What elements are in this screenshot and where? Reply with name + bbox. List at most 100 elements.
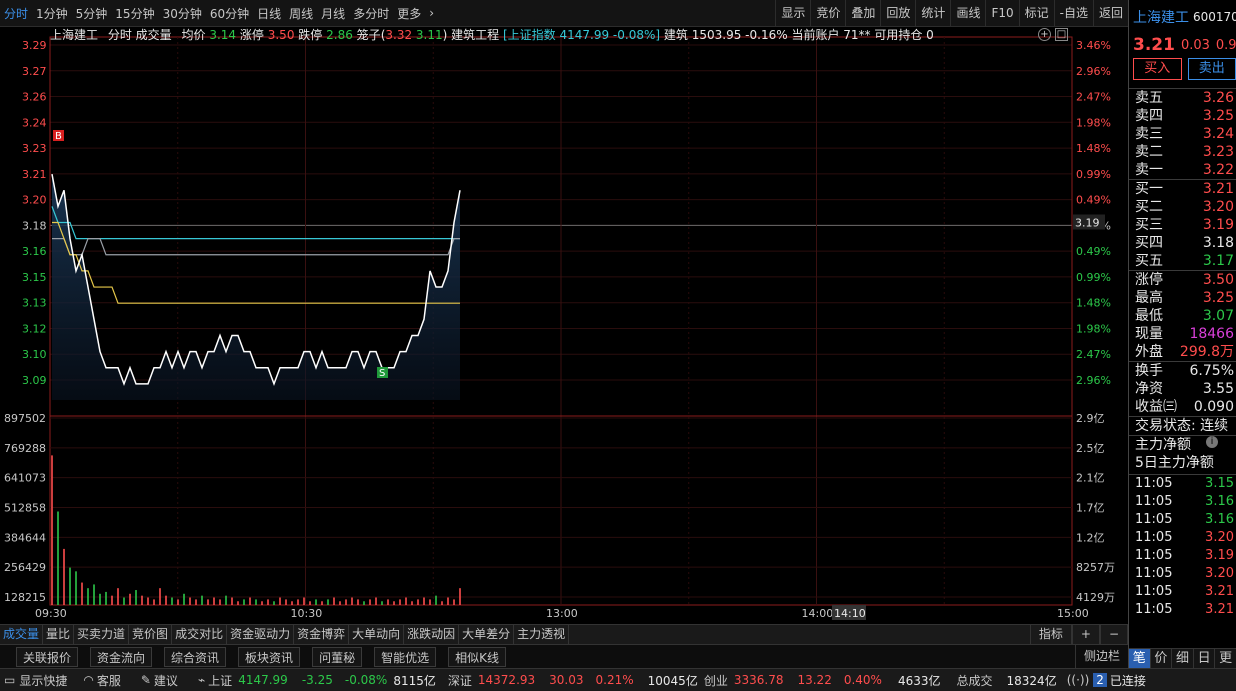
- toolbar-button-7[interactable]: 标记: [1018, 0, 1054, 26]
- indicator-control-2[interactable]: −: [1099, 625, 1128, 644]
- indicator-tab-0[interactable]: 成交量: [0, 625, 44, 644]
- period-tab-6[interactable]: 日线: [253, 5, 285, 22]
- sz-pct: 0.21%: [595, 673, 634, 687]
- indicator-tab-3[interactable]: 竞价图: [129, 625, 173, 644]
- index-series-line: [52, 238, 460, 256]
- price-tick-label: 3.13: [22, 297, 47, 310]
- period-tab-1[interactable]: 1分钟: [32, 5, 72, 22]
- indicator-tab-10[interactable]: 主力透视: [514, 625, 570, 644]
- info-tab-6[interactable]: 相似K线: [448, 646, 506, 667]
- info-tab-0[interactable]: 关联报价: [16, 646, 79, 667]
- detail-tab-2[interactable]: 细: [1172, 649, 1194, 668]
- pct-tick-label: 2.96%: [1076, 374, 1111, 387]
- trade-status: 交易状态: 连续: [1135, 418, 1229, 434]
- tick-price: 3.21: [1205, 602, 1234, 617]
- toolbar-button-4[interactable]: 统计: [915, 0, 950, 26]
- chart-svg[interactable]: 3.29 3.46% 3.27 2.96% 3.26 2.47% 3.24 1.98% 3.23…: [0, 27, 1128, 624]
- indicator-tabs: 成交量 量比 买卖力道 竞价图 成交对比 资金驱动力 资金博弈 大单动向 涨跌动因 大单差分 主力透…: [0, 625, 570, 644]
- indicator-tab-8[interactable]: 涨跌动因: [404, 625, 460, 644]
- period-tab-2[interactable]: 5分钟: [72, 5, 112, 22]
- tick-price: 3.16: [1205, 512, 1234, 527]
- indicator-tab-2[interactable]: 买卖力道: [74, 625, 130, 644]
- add-circle-icon[interactable]: +: [1038, 28, 1051, 41]
- pct-tick-label: 0.49%: [1076, 194, 1111, 207]
- price-line: [51, 173, 461, 387]
- index-overlay[interactable]: [上证指数 4147.99 -0.08%]: [503, 28, 660, 42]
- indicator-tab-6[interactable]: 资金博弈: [294, 625, 350, 644]
- toolbar-button-2[interactable]: 叠加: [845, 0, 880, 26]
- indicator-tab-9[interactable]: 大单差分: [459, 625, 515, 644]
- suggest-button[interactable]: 建议: [154, 672, 178, 689]
- pct-tick-label: 0.49%: [1076, 245, 1111, 258]
- headset-icon[interactable]: ◠: [83, 673, 93, 687]
- period-tab-10[interactable]: 更多: [393, 5, 425, 22]
- stat2-row-1: 净资 3.55: [1129, 380, 1236, 398]
- buy-button[interactable]: 买入: [1133, 58, 1182, 80]
- bid-row-2-price: 3.19: [1202, 217, 1234, 233]
- toolbar-button-1[interactable]: 竞价: [810, 0, 845, 26]
- volume-tick-label: 512858: [4, 502, 46, 515]
- service-button[interactable]: 客服: [97, 672, 121, 689]
- info-tab-1[interactable]: 资金流向: [90, 646, 153, 667]
- info-tab-4[interactable]: 问董秘: [312, 646, 363, 667]
- sidebar-toggle-button[interactable]: 侧边栏: [1074, 645, 1128, 668]
- intraday-chart[interactable]: 3.29 3.46% 3.27 2.96% 3.26 2.47% 3.24 1.98% 3.23…: [0, 27, 1128, 624]
- tick-time: 11:05: [1135, 602, 1173, 617]
- detail-tab-1[interactable]: 价: [1151, 649, 1173, 668]
- more-chevron-icon[interactable]: ›: [425, 6, 438, 20]
- cage-label: 笼子: [356, 28, 381, 42]
- sell-marker-label: S: [379, 368, 385, 379]
- quote-panel: 上海建工 600170 3.21 0.03 0.94 买入 卖出 卖五3.26卖…: [1128, 0, 1236, 668]
- toolbar-button-3[interactable]: 回放: [880, 0, 915, 26]
- toolbar-button-5[interactable]: 画线: [950, 0, 985, 26]
- indicator-tab-7[interactable]: 大单动向: [349, 625, 405, 644]
- indicator-tab-1[interactable]: 量比: [43, 625, 75, 644]
- limit-down-label: 跌停: [298, 28, 323, 42]
- cage-low: 3.32: [385, 28, 413, 42]
- trade-buttons: 买入 卖出: [1129, 56, 1236, 82]
- bid-row-0-price: 3.21: [1202, 181, 1234, 197]
- toolbar-button-9[interactable]: 返回: [1092, 0, 1128, 26]
- info-tab-2[interactable]: 综合资讯: [164, 646, 227, 667]
- main-net-row[interactable]: 主力净额 i: [1129, 436, 1236, 454]
- total-value: 18324亿: [1006, 673, 1057, 688]
- tick-row-7: 11:05 3.21: [1129, 601, 1236, 619]
- period-tab-9[interactable]: 多分时: [349, 5, 393, 22]
- amount-tick-label: 2.1亿: [1076, 472, 1105, 485]
- sh-amount: 8115亿: [393, 673, 436, 688]
- indicator-control-1[interactable]: +: [1071, 625, 1100, 644]
- info-icon[interactable]: i: [1206, 436, 1218, 448]
- monitor-icon[interactable]: ▭: [4, 673, 15, 687]
- ask-row-0-price: 3.26: [1202, 90, 1234, 106]
- period-tab-0[interactable]: 分时: [0, 5, 32, 22]
- indicator-tab-5[interactable]: 资金驱动力: [227, 625, 295, 644]
- bid-row-1: 买二 3.20: [1129, 198, 1236, 216]
- edit-icon[interactable]: ✎: [141, 673, 151, 687]
- toolbar-button-6[interactable]: F10: [985, 0, 1018, 26]
- volume-tick-label: 769288: [4, 442, 46, 455]
- indicator-control-0[interactable]: 指标: [1029, 625, 1072, 644]
- sell-button[interactable]: 卖出: [1187, 58, 1236, 80]
- price-tick-label: 3.15: [22, 271, 47, 284]
- amount-tick-label: 2.9亿: [1076, 412, 1105, 425]
- main-net5-row[interactable]: 5日主力净额: [1129, 454, 1236, 472]
- info-tab-3[interactable]: 板块资讯: [238, 646, 301, 667]
- period-tab-5[interactable]: 60分钟: [206, 5, 253, 22]
- quick-display-button[interactable]: 显示快捷: [19, 672, 67, 689]
- detail-tab-0[interactable]: 笔: [1129, 649, 1151, 668]
- stat-row-4-label: 外盘: [1135, 344, 1163, 360]
- window-toggle-icon[interactable]: □: [1055, 28, 1068, 41]
- indicator-tab-4[interactable]: 成交对比: [172, 625, 228, 644]
- detail-tab-3[interactable]: 日: [1194, 649, 1216, 668]
- quote-pct: 0.94: [1215, 37, 1236, 53]
- toolbar-button-8[interactable]: -自选: [1053, 0, 1093, 26]
- period-tab-7[interactable]: 周线: [285, 5, 317, 22]
- indicator-controls: 指标 + −: [1029, 625, 1128, 644]
- detail-tab-4[interactable]: 更: [1215, 649, 1236, 668]
- toolbar-button-0[interactable]: 显示: [775, 0, 810, 26]
- period-tab-4[interactable]: 30分钟: [159, 5, 206, 22]
- period-tab-3[interactable]: 15分钟: [111, 5, 158, 22]
- pct-tick-label: 0.99%: [1076, 271, 1111, 284]
- period-tab-8[interactable]: 月线: [317, 5, 349, 22]
- info-tab-5[interactable]: 智能优选: [374, 646, 437, 667]
